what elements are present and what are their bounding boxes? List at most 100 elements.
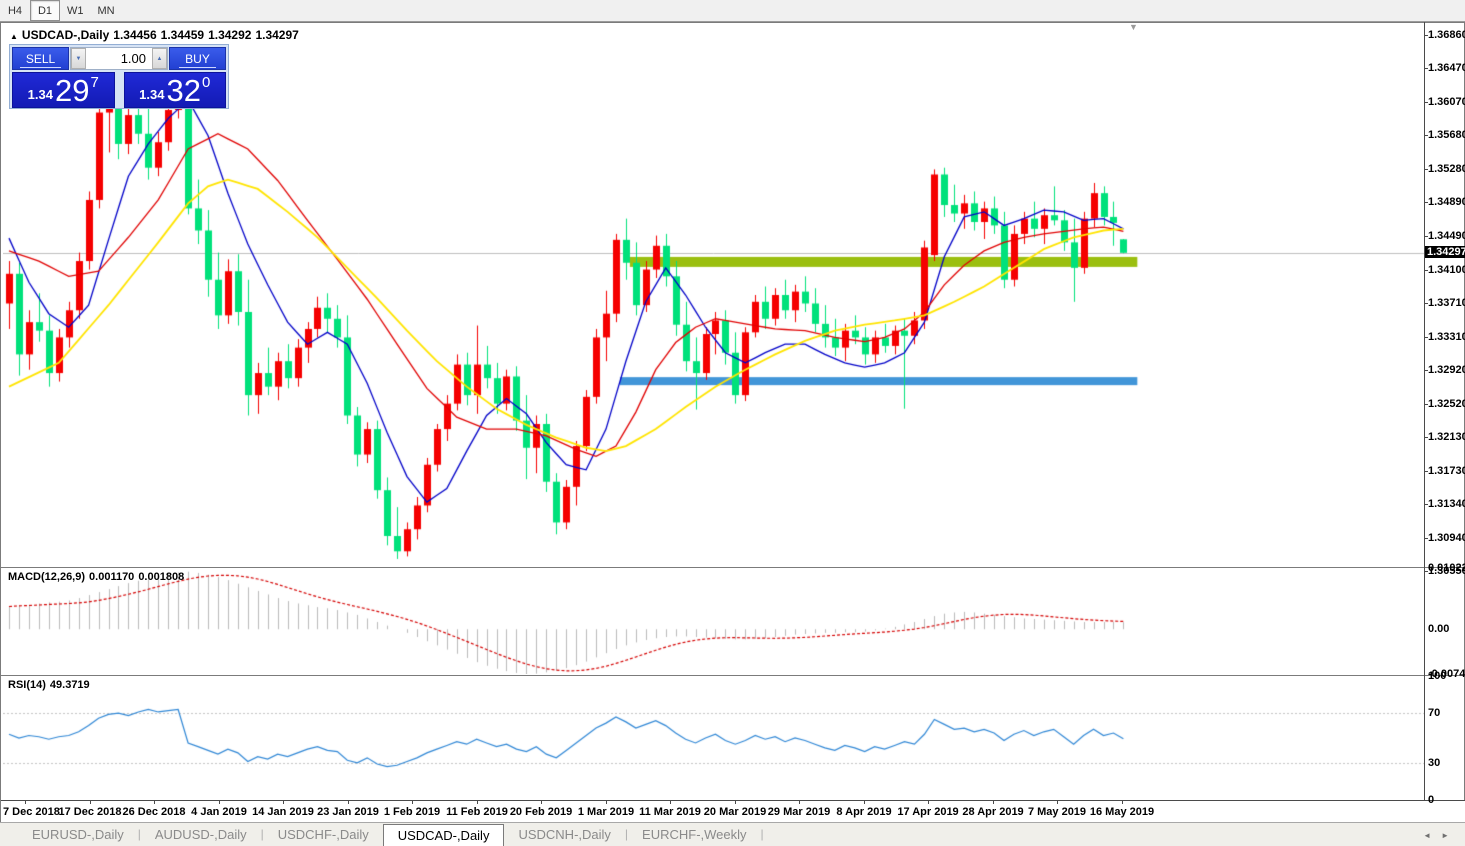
price-axis-label: 1.30940 — [1428, 532, 1465, 544]
quote-low: 1.34292 — [208, 28, 251, 42]
date-axis-tick — [541, 801, 542, 804]
date-axis-label: 23 Jan 2019 — [317, 806, 379, 818]
chart-shift-marker-icon[interactable]: ▼ — [1129, 22, 1138, 32]
date-axis-label: 11 Mar 2019 — [639, 806, 701, 818]
date-axis-label: 16 May 2019 — [1090, 806, 1154, 818]
axis-tick — [1424, 504, 1428, 505]
axis-tick — [1424, 35, 1428, 36]
sell-price-display[interactable]: 1.34 29 7 — [12, 72, 115, 108]
quote-close: 1.34297 — [255, 28, 298, 42]
timeframe-button-d1[interactable]: D1 — [30, 0, 60, 21]
macd-axis-label: 0.00 — [1428, 623, 1465, 635]
price-axis-label: 1.36860 — [1428, 29, 1465, 41]
sell-price-sup: 7 — [90, 74, 98, 91]
buy-button-label: BUY — [179, 52, 216, 68]
timeframe-button-h4[interactable]: H4 — [0, 0, 30, 21]
quote-high: 1.34459 — [161, 28, 204, 42]
volume-increase-button[interactable]: ▲ — [152, 48, 167, 69]
date-axis-tick — [1057, 801, 1058, 804]
macd-axis-label: 0.010229 — [1428, 562, 1465, 574]
date-axis-label: 11 Feb 2019 — [446, 806, 508, 818]
date-axis-tick — [670, 801, 671, 804]
buy-price-display[interactable]: 1.34 32 0 — [124, 72, 227, 108]
price-axis-label: 1.32130 — [1428, 431, 1465, 443]
volume-stepper: ▼ 1.00 ▲ — [70, 47, 168, 70]
price-axis-label: 1.35680 — [1428, 129, 1465, 141]
date-axis-tick — [477, 801, 478, 804]
date-axis-tick — [735, 801, 736, 804]
price-axis-label: 1.35280 — [1428, 163, 1465, 175]
rsi-axis-label: 70 — [1428, 707, 1465, 719]
current-price-tag: 1.34297 — [1425, 246, 1465, 258]
date-axis-label: 20 Feb 2019 — [510, 806, 572, 818]
date-axis: 7 Dec 201817 Dec 201826 Dec 20184 Jan 20… — [1, 800, 1465, 822]
tab-scroll-right-icon[interactable]: ► — [1441, 831, 1459, 840]
macd-canvas[interactable] — [3, 568, 1424, 674]
sell-price-small: 1.34 — [28, 87, 53, 102]
pane-border-top — [1, 22, 1465, 23]
down-arrow-icon: ▼ — [76, 56, 82, 62]
date-axis-tick — [283, 801, 284, 804]
one-click-trading-panel: SELL ▼ 1.00 ▲ BUY 1.34 29 7 1.34 32 0 — [9, 44, 229, 109]
buy-price-big: 32 — [166, 77, 200, 105]
axis-tick — [1424, 303, 1428, 304]
tab-scroll-arrows[interactable]: ◄► — [1423, 831, 1459, 840]
tab-separator: | — [761, 827, 764, 846]
tab-scroll-left-icon[interactable]: ◄ — [1423, 831, 1441, 840]
rsi-axis-label: 30 — [1428, 757, 1465, 769]
tab-usdcad-daily[interactable]: USDCAD-,Daily — [383, 824, 505, 846]
date-axis-tick — [90, 801, 91, 804]
date-axis-tick — [606, 801, 607, 804]
date-axis-tick — [864, 801, 865, 804]
price-axis-label: 1.32520 — [1428, 398, 1465, 410]
timeframe-toolbar: H4D1W1MN — [0, 0, 1465, 22]
tab-usdchf-daily[interactable]: USDCHF-,Daily — [264, 824, 383, 846]
axis-tick — [1424, 202, 1428, 203]
pane-separator-rsi[interactable] — [1, 675, 1465, 676]
volume-decrease-button[interactable]: ▼ — [71, 48, 86, 69]
axis-tick — [1424, 68, 1428, 69]
date-axis-label: 7 May 2019 — [1028, 806, 1086, 818]
date-axis-tick — [1122, 801, 1123, 804]
date-axis-label: 17 Apr 2019 — [897, 806, 958, 818]
quote-open: 1.34456 — [113, 28, 156, 42]
timeframe-button-mn[interactable]: MN — [91, 0, 122, 21]
tab-audusd-daily[interactable]: AUDUSD-,Daily — [141, 824, 261, 846]
pane-separator-macd[interactable] — [1, 567, 1465, 568]
date-axis-label: 8 Apr 2019 — [836, 806, 891, 818]
price-axis-label: 1.36070 — [1428, 96, 1465, 108]
sell-button[interactable]: SELL — [12, 47, 69, 70]
rsi-name: RSI(14) — [8, 679, 46, 691]
price-axis-label: 1.34490 — [1428, 230, 1465, 242]
date-axis-label: 1 Mar 2019 — [578, 806, 634, 818]
macd-panel-label: MACD(12,26,9)0.0011700.001808 — [8, 571, 188, 583]
date-axis-tick — [928, 801, 929, 804]
rsi-canvas[interactable] — [3, 676, 1424, 800]
rsi-value: 49.3719 — [50, 679, 90, 691]
tab-eurchf-weekly[interactable]: EURCHF-,Weekly — [628, 824, 761, 846]
axis-tick — [1424, 538, 1428, 539]
price-axis-label: 1.31730 — [1428, 465, 1465, 477]
date-axis-tick — [993, 801, 994, 804]
axis-tick — [1424, 102, 1428, 103]
price-axis-label: 1.36470 — [1428, 62, 1465, 74]
buy-button[interactable]: BUY — [169, 47, 226, 70]
timeframe-button-w1[interactable]: W1 — [60, 0, 91, 21]
price-axis-label: 1.33310 — [1428, 331, 1465, 343]
price-axis-divider — [1424, 22, 1425, 800]
rsi-axis-label: 0 — [1428, 794, 1465, 806]
symbol-title: USDCAD-,Daily — [22, 28, 109, 42]
collapse-panel-icon[interactable]: ▲ — [10, 32, 18, 41]
tab-eurusd-daily[interactable]: EURUSD-,Daily — [18, 824, 138, 846]
tab-usdcnh-daily[interactable]: USDCNH-,Daily — [504, 824, 624, 846]
macd-value-2: 0.001808 — [138, 571, 184, 583]
date-axis-label: 28 Apr 2019 — [962, 806, 1023, 818]
mt4-window: H4D1W1MN ▼ ▲ USDCAD-,Daily 1.34456 1.34459 1… — [0, 0, 1465, 846]
chart-tab-bar: EURUSD-,Daily|AUDUSD-,Daily|USDCHF-,Dail… — [0, 822, 1465, 846]
quote-header: ▲ USDCAD-,Daily 1.34456 1.34459 1.34292 1.342… — [10, 28, 303, 42]
date-axis-label: 26 Dec 2018 — [123, 806, 186, 818]
axis-tick — [1424, 370, 1428, 371]
macd-name: MACD(12,26,9) — [8, 571, 85, 583]
rsi-axis-label: 100 — [1428, 670, 1465, 682]
volume-input[interactable]: 1.00 — [86, 48, 152, 69]
